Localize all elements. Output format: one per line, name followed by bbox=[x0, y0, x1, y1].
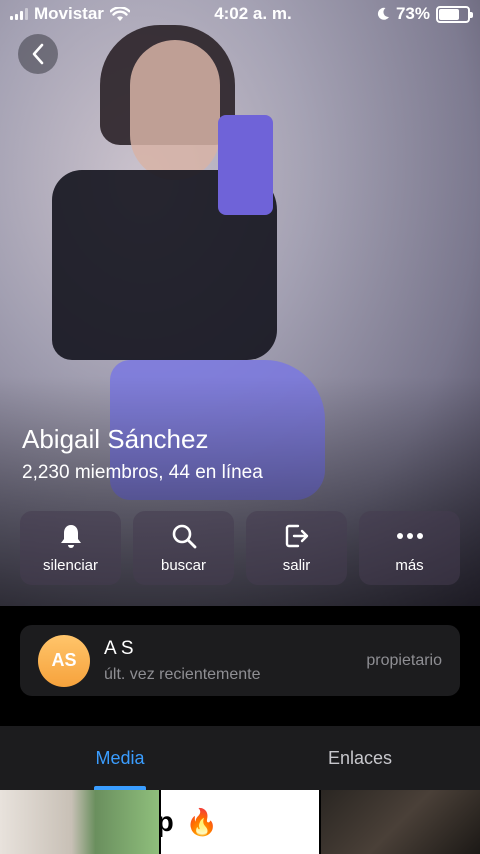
battery-percent: 73% bbox=[395, 4, 430, 23]
clock: 4:02 a. m. bbox=[214, 4, 292, 23]
shared-content-tabs: Media Enlaces bbox=[0, 726, 480, 790]
chevron-left-icon bbox=[32, 43, 44, 65]
bell-icon bbox=[60, 524, 81, 548]
status-left: Movistar bbox=[10, 4, 130, 24]
search-label: buscar bbox=[160, 556, 207, 574]
back-button[interactable] bbox=[18, 34, 58, 74]
more-icon bbox=[396, 532, 423, 539]
owner-info: A S últ. vez recientemente bbox=[104, 638, 366, 684]
leave-icon bbox=[285, 524, 308, 547]
leave-label: salir bbox=[282, 556, 311, 574]
search-button[interactable]: buscar bbox=[133, 511, 234, 585]
owner-role-badge: propietario bbox=[366, 651, 442, 669]
owner-member-row[interactable]: AS A S últ. vez recientemente propietari… bbox=[20, 625, 460, 696]
status-right: 73% bbox=[376, 4, 473, 24]
more-button[interactable]: más bbox=[359, 511, 460, 585]
mute-label: silenciar bbox=[42, 556, 99, 574]
media-grid: p 🔥 bbox=[0, 790, 480, 854]
tab-media[interactable]: Media bbox=[0, 726, 240, 790]
photo-shape bbox=[130, 40, 220, 180]
moon-icon bbox=[377, 7, 389, 20]
group-member-count: 2,230 miembros, 44 en línea bbox=[22, 462, 263, 483]
leave-button[interactable]: salir bbox=[246, 511, 347, 585]
owner-name: A S bbox=[104, 637, 134, 659]
status-bar: Movistar 4:02 a. m. 73% bbox=[0, 0, 480, 28]
thumbnail-text: p bbox=[160, 806, 174, 837]
owner-last-seen: últ. vez recientemente bbox=[104, 665, 261, 683]
wifi-icon bbox=[109, 6, 130, 21]
battery-icon bbox=[435, 5, 473, 23]
signal-icon bbox=[10, 8, 28, 20]
group-title: Abigail Sánchez bbox=[22, 424, 209, 454]
media-thumbnail[interactable] bbox=[0, 790, 159, 854]
photo-shape bbox=[218, 115, 273, 215]
more-label: más bbox=[395, 556, 424, 574]
search-icon bbox=[172, 524, 196, 548]
media-thumbnail[interactable] bbox=[321, 790, 480, 854]
mute-button[interactable]: silenciar bbox=[20, 511, 121, 585]
avatar: AS bbox=[38, 634, 90, 687]
carrier-name: Movistar bbox=[34, 4, 104, 23]
action-bar: silenciar buscar salir más bbox=[20, 511, 460, 585]
media-thumbnail[interactable]: p 🔥 bbox=[160, 790, 320, 854]
tab-links[interactable]: Enlaces bbox=[240, 726, 480, 790]
fire-emoji-icon: 🔥 bbox=[185, 806, 219, 837]
